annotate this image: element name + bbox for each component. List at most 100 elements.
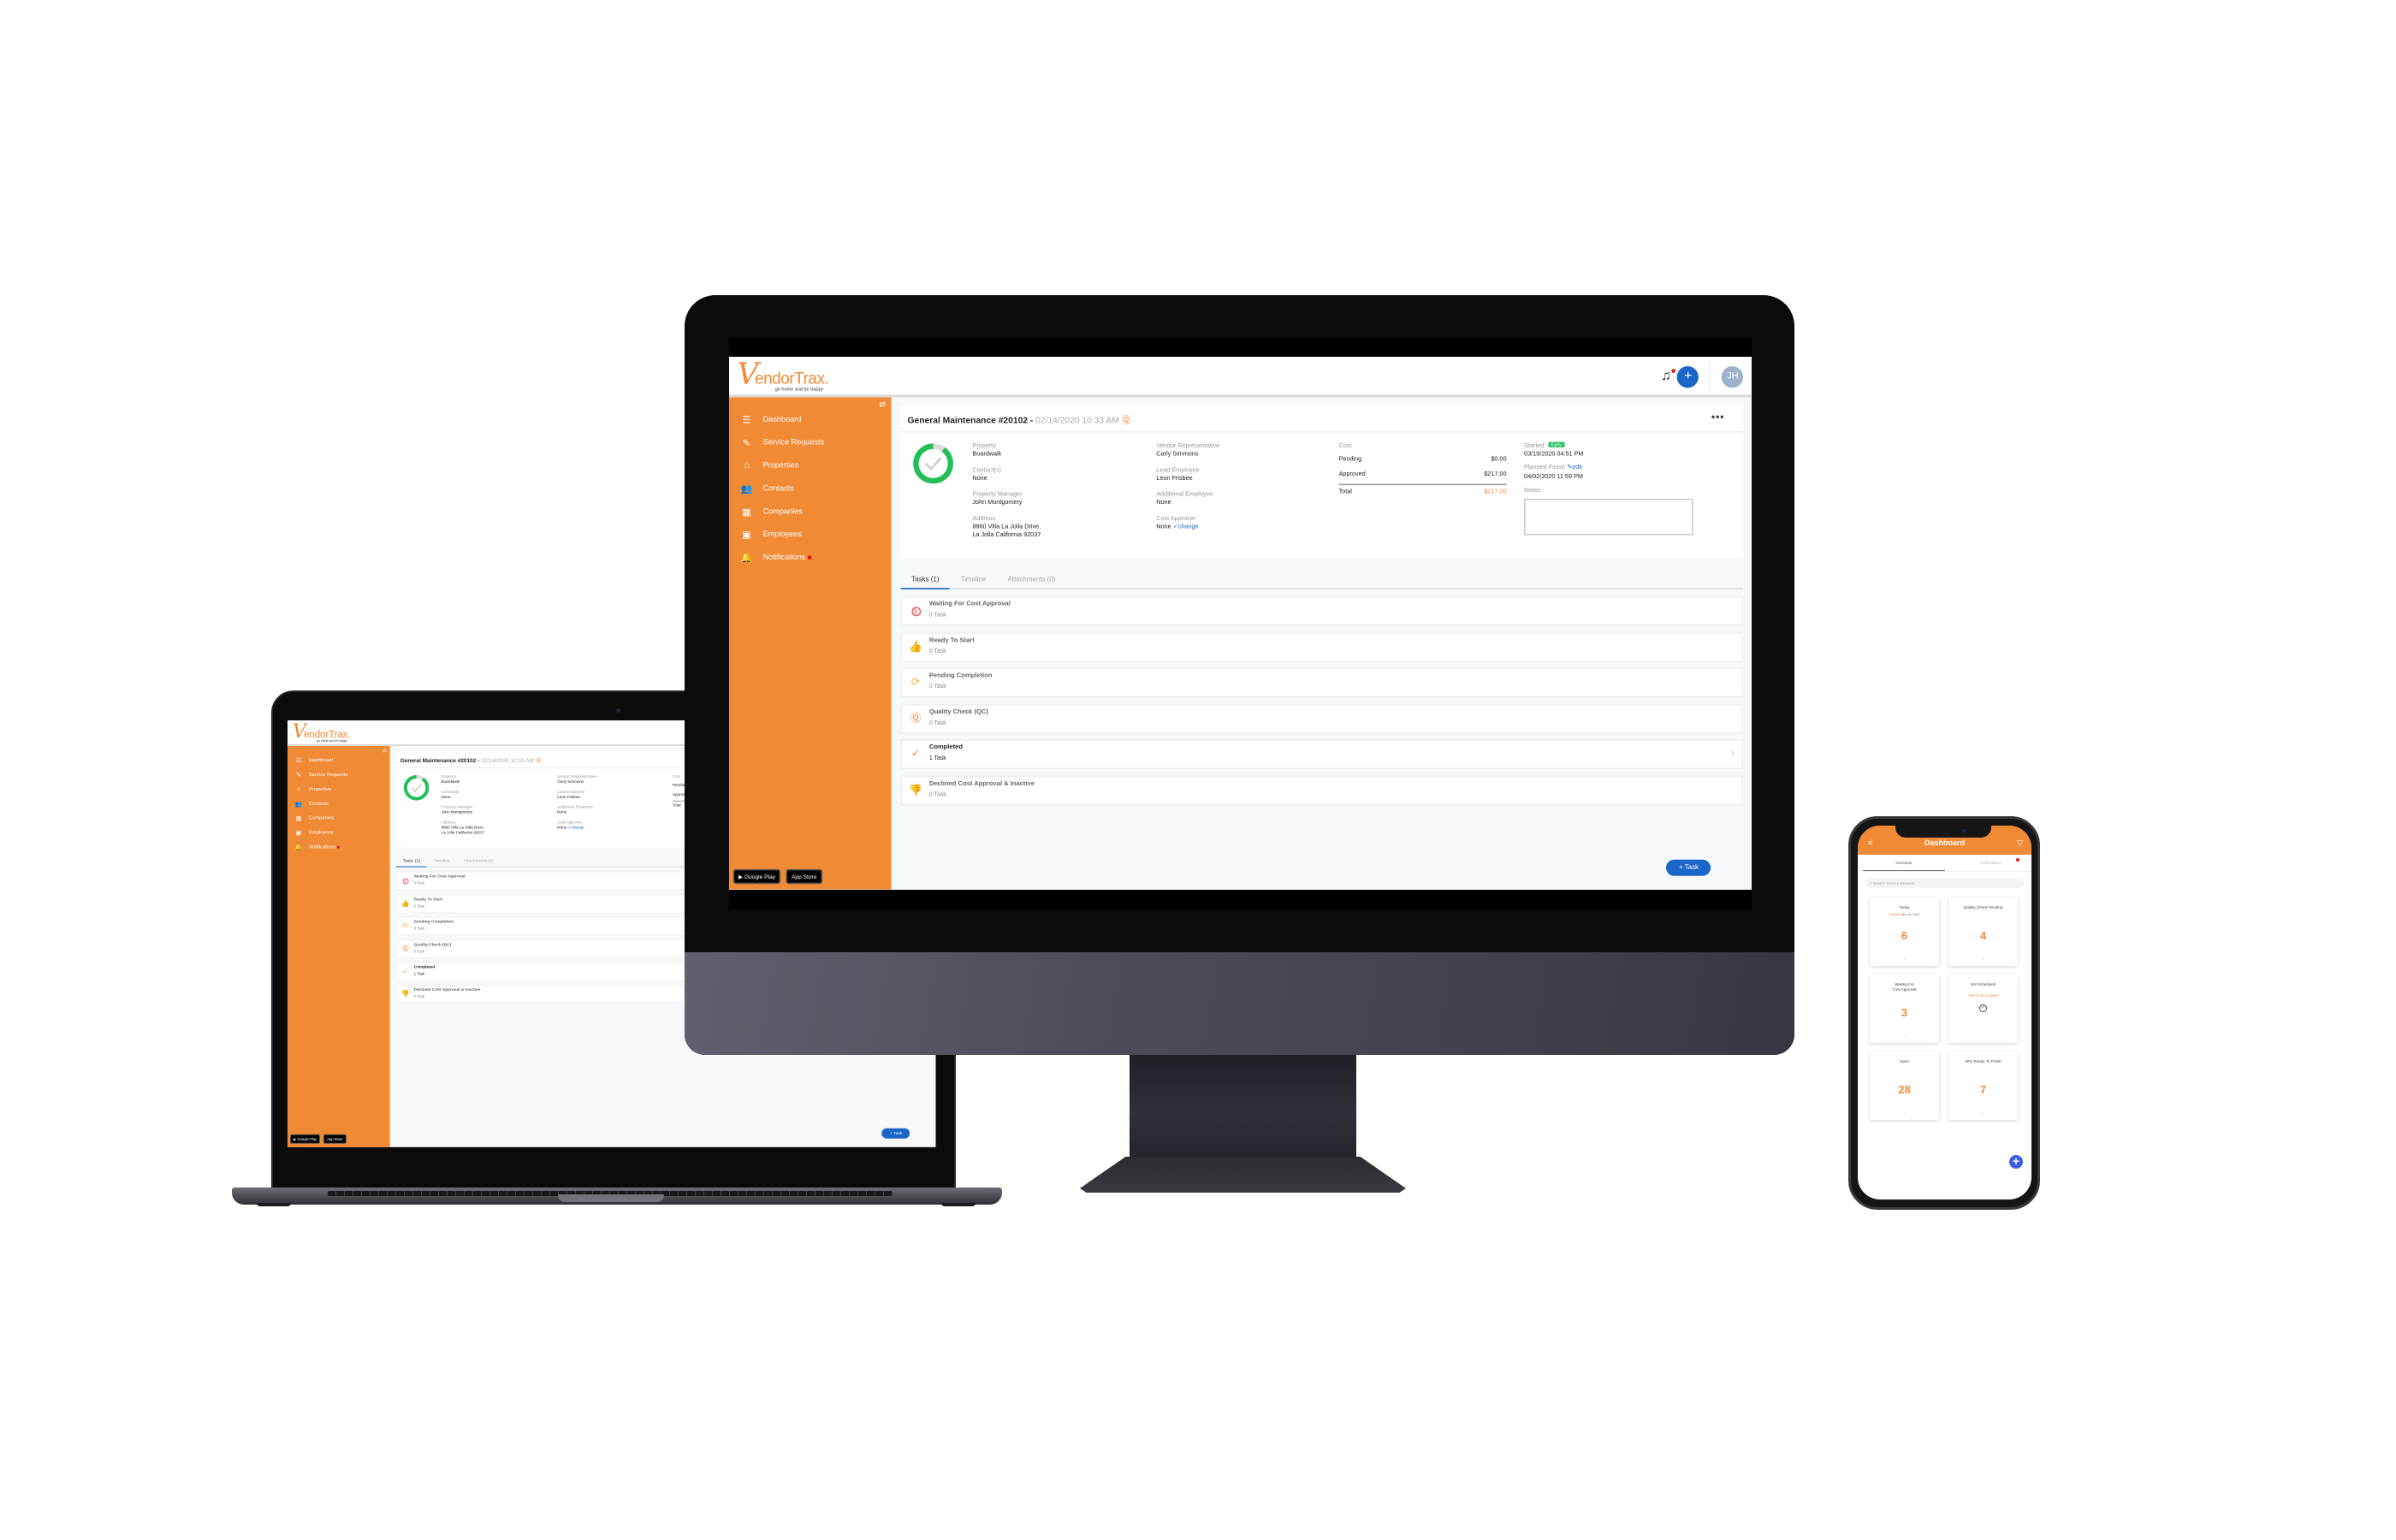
sidebar-item-notifications[interactable]: 🔔 Notifications <box>729 546 892 569</box>
tab-attachments[interactable]: Attachments (0) <box>457 856 501 867</box>
dashboard-card-ready-to-finish[interactable]: 90% Ready To Finish 7 ⌄ <box>1948 1051 2018 1120</box>
sidebar-item-service-requests[interactable]: ✎ Service Requests <box>288 767 390 782</box>
field-property: Property Boardwalk <box>441 773 460 785</box>
field-contacts: Contact(s) None <box>441 789 460 799</box>
field-cost-approver: Cost Approver None ✓change <box>557 820 584 830</box>
collapse-sidebar-icon[interactable]: ⇄ <box>879 400 886 409</box>
sidebar-item-dashboard[interactable]: ☰ Dashboard <box>729 408 892 431</box>
card-title: Not Scheduled <box>1970 982 1996 986</box>
card-value: 6 <box>1901 929 1908 942</box>
add-task-button[interactable]: + Task <box>1666 860 1711 877</box>
people-icon: 👥 <box>740 484 753 495</box>
sidebar-item-contacts[interactable]: 👥 Contacts <box>729 477 892 500</box>
quality-check-icon: Ⓠ <box>535 757 542 764</box>
app-store-badge[interactable]: App Store <box>786 869 822 885</box>
dashboard-card-quality-check-pending[interactable]: Quality Check Pending 4 ⌄ <box>1948 897 2018 966</box>
tab-tasks[interactable]: Tasks (1) <box>395 856 427 868</box>
thumbs-up-icon: 👍 <box>909 640 922 653</box>
tab-timeline[interactable]: Timeline <box>427 856 457 867</box>
mobile-add-button[interactable]: + <box>2009 1155 2023 1169</box>
task-group-completed[interactable]: ✓Completed1 Task› <box>900 739 1744 769</box>
sidebar-item-service-requests[interactable]: ✎ Service Requests <box>729 431 892 454</box>
card-title: Open <box>1899 1059 1909 1063</box>
sidebar-item-dashboard[interactable]: ☰ Dashboard <box>288 753 390 767</box>
request-details: Property Boardwalk Contact(s) None Propert… <box>901 432 1744 558</box>
sidebar-item-label: Dashboard <box>308 757 334 763</box>
collapse-sidebar-icon[interactable]: ⇄ <box>383 748 387 754</box>
sidebar-item-employees[interactable]: ▣ Employees <box>729 523 892 546</box>
edit-icon: ✎ <box>742 438 751 448</box>
task-group-quality-check[interactable]: Ⓠ Quality Check (QC) 0 Task <box>900 703 1744 734</box>
phone-notch <box>1895 826 1991 838</box>
dashboard-card-not-scheduled[interactable]: Not Scheduled You're up to date! ✓ <box>1948 974 2018 1043</box>
sidebar-item-label: Employees <box>762 530 802 539</box>
chevron-right-icon[interactable]: › <box>1731 749 1735 758</box>
tab-timeline[interactable]: Timeline <box>950 572 997 588</box>
progress-ring <box>913 443 953 484</box>
mobile-tabs: Overview Notifications <box>1858 855 2031 872</box>
chevron-down-icon[interactable]: ⌄ <box>1870 1034 1939 1039</box>
header-actions: ♫ + JH <box>1661 362 1744 393</box>
sidebar-item-label: Contacts <box>308 801 329 807</box>
dashboard-card-open[interactable]: Open 28 ⌄ <box>1870 1051 1939 1120</box>
page-title: General Maintenance #20102 <box>400 757 477 764</box>
filter-icon[interactable]: ▽ <box>2017 838 2023 848</box>
sidebar: ⇄ ☰ Dashboard ✎ Service Requests ⌂ Properti… <box>288 745 390 1147</box>
sidebar-item-companies[interactable]: ▦ Companies <box>729 500 892 523</box>
task-group-waiting-cost-approval[interactable]: $ Waiting For Cost Approval 0 Task <box>900 595 1744 626</box>
sidebar-item-notifications[interactable]: 🔔 Notifications <box>288 840 390 855</box>
add-button[interactable]: + <box>1677 366 1699 388</box>
chevron-down-icon[interactable]: ⌄ <box>1870 1111 1939 1116</box>
chevron-down-icon[interactable]: ⌄ <box>1948 1111 2018 1116</box>
edit-planned-finish-link[interactable]: ✎edit <box>1567 464 1582 471</box>
mobile-tab-overview[interactable]: Overview <box>1863 855 1945 871</box>
main-content: General Maintenance #20102 - 02/14/2020 … <box>892 397 1752 890</box>
app-store-badge[interactable]: App Store <box>323 1134 347 1144</box>
tab-tasks[interactable]: Tasks (1) <box>900 572 950 589</box>
task-group-ready-to-start[interactable]: 👍 Ready To Start 0 Task <box>900 631 1744 662</box>
search-placeholder: Search Service Request <box>1872 880 1915 886</box>
list-icon: ☰ <box>742 415 751 425</box>
sidebar-item-contacts[interactable]: 👥 Contacts <box>288 797 390 811</box>
task-group-declined-inactive[interactable]: 👎 Declined Cost Approval & Inactive 0 Task <box>900 775 1744 805</box>
notes-field[interactable] <box>1524 498 1693 536</box>
card-value: 28 <box>1898 1083 1911 1096</box>
vendortrax-app: V endorTrax. go home and be happy ♫ + JH… <box>729 357 1752 890</box>
field-contacts: Contact(s) None <box>972 465 1001 482</box>
request-date: 02/14/2020 10:33 AM <box>1035 416 1119 426</box>
avatar[interactable]: JH <box>1722 366 1744 388</box>
edit-icon: ✎ <box>296 772 301 779</box>
logo-text: endorTrax. <box>755 369 829 388</box>
mobile-tab-notifications[interactable]: Notifications <box>1950 855 2032 871</box>
google-play-badge[interactable]: ▶ Google Play <box>732 869 781 885</box>
monitor-chin <box>685 952 1794 1055</box>
tab-attachments[interactable]: Attachments (0) <box>997 572 1066 588</box>
progress-ring <box>403 775 430 801</box>
app-header: V endorTrax. go home and be happy ♫ + JH <box>729 357 1752 398</box>
google-play-badge[interactable]: ▶ Google Play <box>289 1134 321 1144</box>
task-group-pending-completion[interactable]: ⟳ Pending Completion 0 Task <box>900 667 1744 698</box>
change-cost-approver-link[interactable]: ✓change <box>567 826 584 830</box>
laptop-trackpad-notch <box>558 1194 664 1202</box>
more-options-icon[interactable]: ••• <box>1711 411 1725 423</box>
dashboard-card-waiting-cost-approval[interactable]: Waiting For Cost Approval 3 ⌄ <box>1870 974 1939 1043</box>
add-task-button[interactable]: + Task <box>881 1128 910 1139</box>
sidebar-item-properties[interactable]: ⌂ Properties <box>729 454 892 477</box>
mobile-tab-notifications-label: Notifications <box>1979 861 2002 865</box>
logo-tagline: go home and be happy <box>316 738 347 743</box>
mobile-search-input[interactable]: ⌕ Search Service Request <box>1865 878 2025 888</box>
cost-summary: Cost Pending$0.00 Approved$217.00 Total$… <box>1338 441 1507 495</box>
badge-icon: ▣ <box>295 830 302 837</box>
quality-check-icon: Ⓠ <box>401 944 409 952</box>
card-date: Tuesday Mar 24, 2020 <box>1889 912 1920 916</box>
change-cost-approver-link[interactable]: ✓change <box>1173 524 1199 530</box>
chevron-down-icon[interactable]: ⌄ <box>1870 957 1939 962</box>
chevron-down-icon[interactable]: ⌄ <box>1948 957 2018 962</box>
dashboard-card-today[interactable]: Today Tuesday Mar 24, 2020 6 ⌄ <box>1870 897 1939 966</box>
hamburger-menu-icon[interactable]: ≡ <box>1868 839 1872 847</box>
sidebar-item-properties[interactable]: ⌂ Properties <box>288 782 390 797</box>
sidebar-item-employees[interactable]: ▣ Employees <box>288 826 390 840</box>
planned-finish-date: 04/02/2020 11:59 PM <box>1524 472 1583 480</box>
sidebar-item-companies[interactable]: ▦ Companies <box>288 811 390 826</box>
bell-icon[interactable]: ♫ <box>1661 369 1676 385</box>
